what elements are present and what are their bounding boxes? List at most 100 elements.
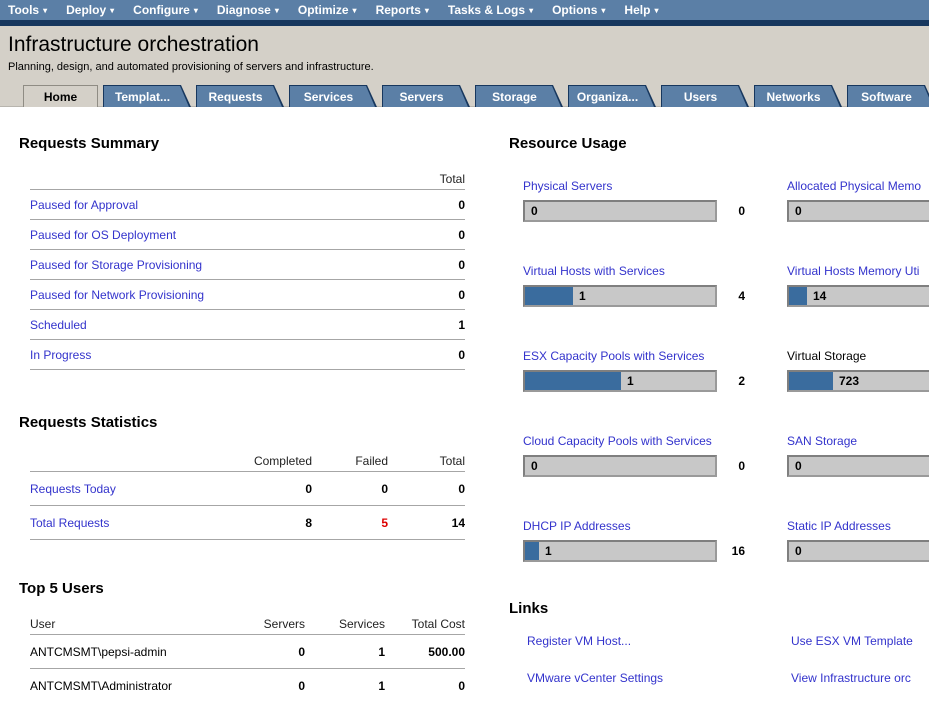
tab-storage[interactable]: Storage [475,85,563,107]
menu-reports[interactable]: Reports▾ [376,3,429,17]
link-cloud-capacity-pools-with-services[interactable]: Cloud Capacity Pools with Services [523,434,787,448]
table-row: ANTCMSMT\pepsi-admin 0 1 500.00 [30,635,465,669]
value-total: 0 [388,482,465,496]
link-register-vm-host[interactable]: Register VM Host... [527,634,631,648]
value-total-cost: 500.00 [385,645,465,659]
tab-services[interactable]: Services [289,85,377,107]
links-heading: Links [509,600,929,618]
link-scheduled[interactable]: Scheduled [30,318,388,332]
value-servers: 0 [225,679,305,693]
link-virtual-hosts-memory-utilization[interactable]: Virtual Hosts Memory Uti [787,264,929,278]
page-subtitle: Planning, design, and automated provisio… [8,61,929,73]
usage-bar-value: 1 [545,544,552,558]
menu-configure[interactable]: Configure▾ [133,3,198,17]
usage-bar-capacity: 4 [723,289,745,303]
usage-bar-value: 14 [813,289,826,303]
menu-help[interactable]: Help▾ [624,3,658,17]
tab-users[interactable]: Users [661,85,749,107]
resource-usage-row: DHCP IP Addresses 1 16 Static IP Address… [523,519,929,562]
link-virtual-hosts-with-services[interactable]: Virtual Hosts with Services [523,264,787,278]
usage-bar: 0 [787,200,929,222]
menu-options[interactable]: Options▾ [552,3,605,17]
usage-bar-capacity: 0 [723,459,745,473]
value-total: 0 [388,198,465,212]
resource-widget: DHCP IP Addresses 1 16 [523,519,787,562]
left-column: Requests Summary Total Paused for Approv… [19,135,465,701]
resource-usage-row: ESX Capacity Pools with Services 1 2 Vir… [523,349,929,392]
user-name: ANTCMSMT\pepsi-admin [30,645,225,659]
user-name: ANTCMSMT\Administrator [30,679,225,693]
menu-tools[interactable]: Tools▾ [8,3,47,17]
link-paused-for-approval[interactable]: Paused for Approval [30,198,388,212]
resource-usage-row: Cloud Capacity Pools with Services 0 0 S… [523,434,929,477]
link-paused-for-storage-provisioning[interactable]: Paused for Storage Provisioning [30,258,388,272]
resource-widget: Cloud Capacity Pools with Services 0 0 [523,434,787,477]
resource-usage-heading: Resource Usage [509,135,929,153]
tab-organizations[interactable]: Organiza... [568,85,656,107]
link-vmware-vcenter-settings[interactable]: VMware vCenter Settings [527,671,663,685]
tab-bar: Home Templat... Requests Services Server… [0,85,929,107]
usage-bar: 0 [787,455,929,477]
menu-tasks-logs[interactable]: Tasks & Logs▾ [448,3,533,17]
tab-software[interactable]: Software [847,85,929,107]
requests-summary-table: Total Paused for Approval 0 Paused for O… [30,168,465,370]
table-row: Paused for Approval 0 [30,190,465,220]
link-san-storage[interactable]: SAN Storage [787,434,929,448]
value-completed: 0 [232,482,312,496]
chevron-down-icon: ▾ [353,7,357,15]
usage-bar-value: 0 [795,459,802,473]
resource-widget: ESX Capacity Pools with Services 1 2 [523,349,787,392]
top-users-table: User Servers Services Total Cost ANTCMSM… [30,613,465,701]
value-failed: 0 [312,482,388,496]
link-paused-for-network-provisioning[interactable]: Paused for Network Provisioning [30,288,388,302]
usage-bar: 0 [523,200,717,222]
chevron-down-icon: ▾ [654,7,658,15]
requests-summary-heading: Requests Summary [19,135,465,153]
tab-requests[interactable]: Requests [196,85,284,107]
usage-bar: 0 [523,455,717,477]
value-total: 0 [388,228,465,242]
link-requests-today[interactable]: Requests Today [30,482,232,496]
link-use-esx-vm-template[interactable]: Use ESX VM Template [791,634,913,648]
link-allocated-physical-memory[interactable]: Allocated Physical Memo [787,179,929,193]
links-row: VMware vCenter Settings View Infrastruct… [523,669,929,687]
link-view-infrastructure-orchestration[interactable]: View Infrastructure orc [791,671,911,685]
menu-deploy[interactable]: Deploy▾ [66,3,114,17]
table-row: Paused for Storage Provisioning 0 [30,250,465,280]
tab-networks[interactable]: Networks [754,85,842,107]
right-column: Resource Usage Physical Servers 0 0 Allo… [509,135,929,701]
resource-widget: SAN Storage 0 [787,434,929,477]
usage-bar-value: 1 [579,289,586,303]
table-row: Total Requests 8 5 14 [30,506,465,540]
tab-home[interactable]: Home [23,85,98,107]
menu-optimize[interactable]: Optimize▾ [298,3,357,17]
usage-bar-fill [789,287,807,305]
usage-bar: 14 [787,285,929,307]
link-esx-capacity-pools-with-services[interactable]: ESX Capacity Pools with Services [523,349,787,363]
chevron-down-icon: ▾ [425,7,429,15]
link-paused-for-os-deployment[interactable]: Paused for OS Deployment [30,228,388,242]
label-virtual-storage: Virtual Storage [787,349,929,363]
tab-servers[interactable]: Servers [382,85,470,107]
resource-widget: Physical Servers 0 0 [523,179,787,222]
link-total-requests[interactable]: Total Requests [30,516,232,530]
usage-bar-fill [525,372,621,390]
link-in-progress[interactable]: In Progress [30,348,388,362]
resource-widget: Virtual Hosts with Services 1 4 [523,264,787,307]
requests-statistics-heading: Requests Statistics [19,414,465,432]
top-menu-bar: Tools▾ Deploy▾ Configure▾ Diagnose▾ Opti… [0,0,929,20]
value-servers: 0 [225,645,305,659]
column-header-services: Services [305,617,385,631]
menu-diagnose[interactable]: Diagnose▾ [217,3,279,17]
resource-widget: Allocated Physical Memo 0 [787,179,929,222]
usage-bar-capacity: 0 [723,204,745,218]
usage-bar-capacity: 16 [723,544,745,558]
usage-bar-value: 0 [531,204,538,218]
tab-templates[interactable]: Templat... [103,85,191,107]
link-dhcp-ip-addresses[interactable]: DHCP IP Addresses [523,519,787,533]
link-physical-servers[interactable]: Physical Servers [523,179,787,193]
value-total: 1 [388,318,465,332]
value-total: 0 [388,348,465,362]
value-total: 0 [388,258,465,272]
link-static-ip-addresses[interactable]: Static IP Addresses [787,519,929,533]
